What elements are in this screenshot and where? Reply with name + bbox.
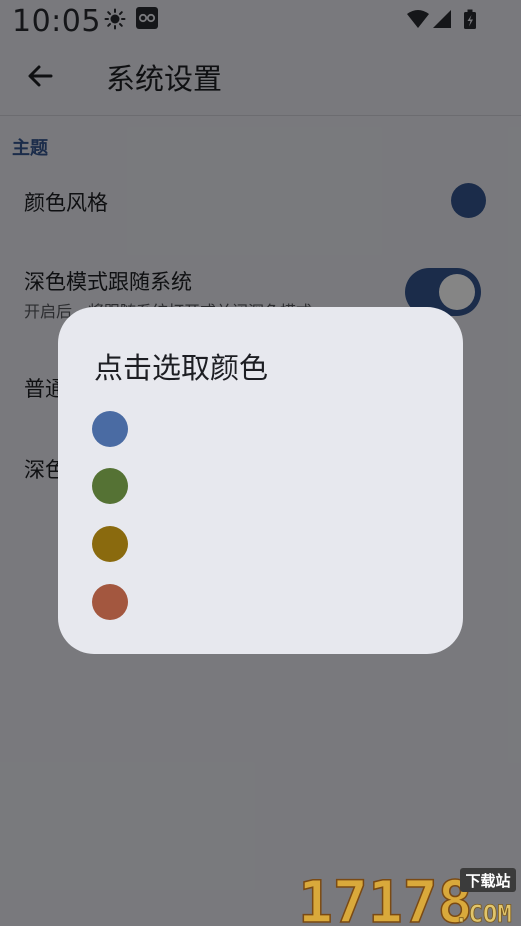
dialog-title: 点击选取颜色	[94, 351, 269, 385]
color-picker-dialog: 点击选取颜色	[58, 307, 463, 654]
color-option-green[interactable]	[92, 468, 128, 504]
svg-text:.COM: .COM	[454, 900, 512, 924]
color-option-brick[interactable]	[92, 584, 128, 620]
site-watermark-logo: 17178 下载站 .COM	[297, 862, 518, 926]
svg-text:下载站: 下载站	[465, 872, 510, 890]
color-option-blue[interactable]	[92, 411, 128, 447]
color-option-ochre[interactable]	[92, 526, 128, 562]
svg-text:17178: 17178	[298, 868, 473, 924]
